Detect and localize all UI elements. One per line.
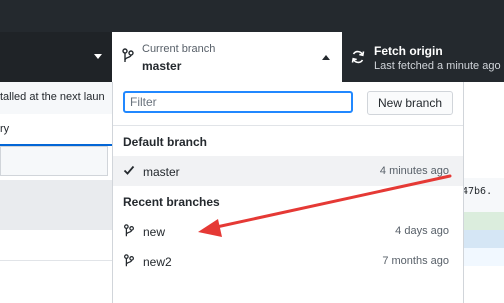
repository-dropdown[interactable] — [0, 32, 113, 82]
chevron-down-icon — [94, 54, 102, 59]
tab-history-label: ry — [0, 123, 10, 135]
fetch-origin-button[interactable]: Fetch origin Last fetched a minute ago — [342, 32, 504, 82]
git-branch-icon — [122, 48, 134, 67]
branch-name: master — [143, 165, 180, 179]
git-branch-icon — [123, 224, 135, 241]
background-input[interactable] — [0, 146, 108, 176]
branch-dropdown: New branch Default branch master 4 minut… — [112, 82, 464, 303]
git-branch-icon — [123, 254, 135, 271]
chevron-up-icon — [322, 55, 330, 60]
branch-item-new[interactable]: new 4 days ago — [113, 216, 463, 246]
fetch-title: Fetch origin — [374, 44, 443, 58]
diff-line-context — [462, 248, 504, 266]
update-banner-text: talled at the next laun — [0, 91, 105, 103]
window-titlebar — [0, 0, 504, 32]
commit-sha-area: 47b6. — [462, 178, 504, 212]
branch-item-master[interactable]: master 4 minutes ago — [113, 156, 463, 186]
diff-line-hunk — [462, 230, 504, 248]
background-list-item — [0, 180, 112, 230]
branch-filter-input[interactable] — [123, 91, 353, 113]
fetch-subtitle: Last fetched a minute ago — [374, 60, 501, 72]
branch-ago: 4 minutes ago — [379, 165, 449, 177]
current-branch-button[interactable]: Current branch master — [112, 32, 342, 82]
new-branch-button[interactable]: New branch — [367, 91, 453, 115]
default-branch-heading: Default branch — [123, 135, 208, 149]
branch-name: new2 — [143, 255, 172, 269]
commit-sha: 47b6. — [462, 186, 493, 197]
current-branch-value: master — [142, 59, 182, 73]
sync-icon — [351, 50, 365, 67]
dropdown-divider — [113, 125, 463, 126]
branch-ago: 7 months ago — [382, 255, 449, 267]
check-icon — [123, 164, 135, 179]
branch-item-new2[interactable]: new2 7 months ago — [113, 246, 463, 276]
diff-line-added — [462, 212, 504, 230]
tab-history[interactable]: ry — [0, 114, 112, 146]
branch-ago: 4 days ago — [395, 225, 449, 237]
branch-name: new — [143, 225, 166, 239]
recent-branches-heading: Recent branches — [123, 195, 220, 209]
update-banner: talled at the next laun — [0, 82, 112, 115]
divider — [0, 260, 112, 261]
current-branch-label: Current branch — [142, 43, 216, 55]
